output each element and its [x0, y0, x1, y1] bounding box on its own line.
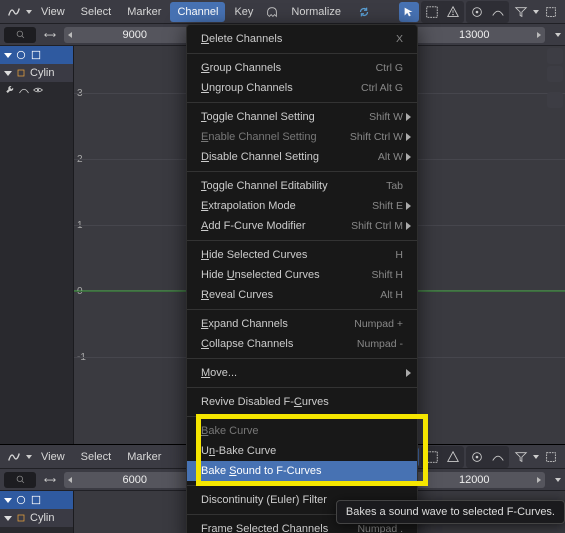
menu-select[interactable]: Select — [74, 2, 119, 22]
menu-item[interactable]: Revive Disabled F-Curves — [187, 392, 417, 412]
arrows-h-icon[interactable] — [40, 470, 60, 490]
search-input[interactable] — [4, 27, 36, 43]
panel-toggle[interactable] — [547, 66, 563, 82]
frame-value: 12000 — [459, 474, 490, 486]
frame-end-field[interactable]: 13000 — [404, 27, 546, 43]
warning-icon[interactable] — [443, 447, 463, 467]
menu-item[interactable]: Hide Unselected CurvesShift H — [187, 265, 417, 285]
object-icon — [15, 512, 27, 524]
eye-icon[interactable] — [32, 84, 44, 96]
menu-item[interactable]: Group ChannelsCtrl G — [187, 58, 417, 78]
proportional-group — [466, 1, 509, 23]
frame-value: 6000 — [123, 474, 147, 486]
cursor-icon[interactable] — [399, 2, 419, 22]
filter-icon[interactable] — [511, 447, 531, 467]
triangle-down-icon — [4, 53, 12, 58]
snap-group — [421, 1, 464, 23]
menu-item[interactable]: Disable Channel SettingAlt W — [187, 147, 417, 167]
menu-item[interactable]: Hide Selected CurvesH — [187, 245, 417, 265]
menu-marker[interactable]: Marker — [120, 447, 168, 467]
menu-channel[interactable]: Channel — [170, 2, 225, 22]
y-axis: 3 2 1 0 -1 — [74, 46, 92, 444]
arrows-h-icon[interactable] — [40, 25, 60, 45]
scene-icon — [30, 49, 42, 61]
curve-icon[interactable] — [18, 84, 30, 96]
editor-type-icon[interactable] — [4, 2, 24, 22]
expand-icon[interactable] — [541, 447, 561, 467]
chevron-down-icon[interactable] — [533, 10, 539, 14]
right-strip — [545, 46, 565, 110]
scene-icon — [30, 494, 42, 506]
menu-item[interactable]: Toggle Channel SettingShift W — [187, 107, 417, 127]
expand-icon[interactable] — [541, 2, 561, 22]
chevron-down-icon[interactable] — [26, 455, 32, 459]
sidebar-item-label: Cylin — [30, 512, 54, 524]
panel-toggle[interactable] — [547, 92, 563, 108]
menu-item[interactable]: Add F-Curve ModifierShift Ctrl M — [187, 216, 417, 236]
frame-value: 9000 — [123, 29, 147, 41]
menu-item[interactable]: Enable Channel SettingShift Ctrl W — [187, 127, 417, 147]
wrench-icon[interactable] — [4, 84, 16, 96]
refresh-icon[interactable] — [354, 2, 374, 22]
proportional-icon[interactable] — [467, 2, 487, 22]
sidebar-item-object[interactable]: Cylin — [0, 64, 73, 82]
filter-icon[interactable] — [511, 2, 531, 22]
channel-sidebar: Cylin — [0, 46, 74, 444]
menu-view[interactable]: View — [34, 447, 72, 467]
snap-icon[interactable] — [422, 447, 442, 467]
falloff-icon[interactable] — [488, 2, 508, 22]
sidebar-item-root[interactable] — [0, 46, 73, 64]
frame-start-field[interactable]: 6000 — [64, 472, 206, 488]
menu-item[interactable]: Move... — [187, 363, 417, 383]
chevron-down-icon[interactable] — [26, 10, 32, 14]
search-input[interactable] — [4, 472, 36, 488]
sidebar-item-root[interactable] — [0, 491, 73, 509]
triangle-down-icon — [4, 516, 12, 521]
menu-select[interactable]: Select — [74, 447, 119, 467]
ghost-icon[interactable] — [262, 2, 282, 22]
menu-view[interactable]: View — [34, 2, 72, 22]
menu-item[interactable]: Collapse ChannelsNumpad - — [187, 334, 417, 354]
falloff-icon[interactable] — [488, 447, 508, 467]
triangle-down-icon — [4, 498, 12, 503]
chevron-down-icon[interactable] — [555, 478, 561, 482]
frame-end-field[interactable]: 12000 — [404, 472, 546, 488]
chevron-down-icon[interactable] — [533, 455, 539, 459]
menu-item[interactable]: Toggle Channel EditabilityTab — [187, 176, 417, 196]
proportional-icon[interactable] — [467, 447, 487, 467]
menu-item[interactable]: Delete ChannelsX — [187, 29, 417, 49]
sidebar-icons — [0, 82, 73, 98]
menu-item[interactable]: Bake Sound to F-Curves — [187, 461, 417, 481]
menu-key[interactable]: Key — [227, 2, 260, 22]
frame-start-field[interactable]: 9000 — [64, 27, 206, 43]
editor-type-icon[interactable] — [4, 447, 24, 467]
scene-icon — [15, 494, 27, 506]
menu-item[interactable]: Ungroup ChannelsCtrl Alt G — [187, 78, 417, 98]
tooltip: Bakes a sound wave to selected F-Curves. — [336, 500, 565, 524]
snap-icon[interactable] — [422, 2, 442, 22]
panel-toggle[interactable] — [547, 48, 563, 64]
triangle-down-icon — [4, 71, 12, 76]
normalize-toggle[interactable]: Normalize — [284, 2, 348, 22]
scene-icon — [15, 49, 27, 61]
sidebar-item-label: Cylin — [30, 67, 54, 79]
menu-item[interactable]: Expand ChannelsNumpad + — [187, 314, 417, 334]
menu-marker[interactable]: Marker — [120, 2, 168, 22]
channel-sidebar: Cylin — [0, 491, 74, 533]
chevron-down-icon[interactable] — [555, 33, 561, 37]
menu-item[interactable]: Un-Bake Curve — [187, 441, 417, 461]
menu-item[interactable]: Extrapolation ModeShift E — [187, 196, 417, 216]
frame-value: 13000 — [459, 29, 490, 41]
menu-item[interactable]: Reveal CurvesAlt H — [187, 285, 417, 305]
sidebar-item-object[interactable]: Cylin — [0, 509, 73, 527]
object-icon — [15, 67, 27, 79]
menu-item[interactable]: Bake Curve — [187, 421, 417, 441]
warning-icon[interactable] — [443, 2, 463, 22]
header: View Select Marker Channel Key Normalize — [0, 0, 565, 24]
channel-dropdown: Delete ChannelsX Group ChannelsCtrl GUngr… — [186, 24, 418, 533]
